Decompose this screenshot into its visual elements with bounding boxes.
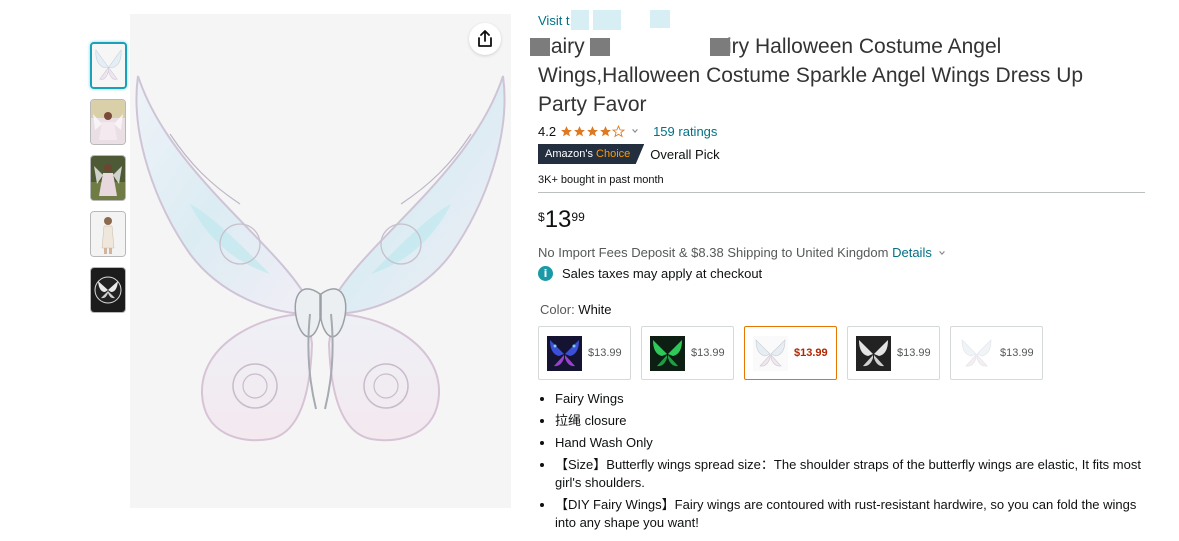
star-icon	[600, 125, 611, 136]
shipping-text: No Import Fees Deposit & $8.38 Shipping …	[538, 245, 893, 260]
ratings-count-link[interactable]: 159 ratings	[653, 124, 717, 139]
swatch-price: $13.99	[794, 347, 828, 359]
star-icon	[612, 124, 626, 137]
feature-bullet: 【DIY Fairy Wings】Fairy wings are contour…	[555, 496, 1150, 532]
swatch-image	[753, 335, 788, 371]
swatch-black[interactable]: $13.99	[847, 326, 940, 380]
rating-row: 4.2 159 ratings	[538, 121, 1148, 141]
thumbnail-2[interactable]	[90, 99, 126, 145]
star-icon	[587, 125, 598, 136]
thumbnail-1[interactable]	[90, 42, 127, 89]
swatch-image	[547, 335, 582, 371]
star-icon	[574, 125, 585, 136]
swatch-white-faded[interactable]: $13.99	[950, 326, 1043, 380]
star-icon	[561, 125, 572, 136]
tax-text: Sales taxes may apply at checkout	[562, 266, 763, 281]
redaction-block	[710, 38, 730, 56]
swatch-price: $13.99	[1000, 347, 1034, 359]
chevron-down-icon[interactable]	[631, 127, 639, 135]
product-title: Fairy W ty Fairy Halloween Costume Angel…	[530, 32, 1138, 119]
color-label-prefix: Color:	[540, 302, 579, 317]
price-whole: 13	[544, 206, 572, 233]
share-button[interactable]	[469, 23, 501, 55]
shipping-info: No Import Fees Deposit & $8.38 Shipping …	[538, 245, 1148, 260]
main-product-image[interactable]	[130, 14, 511, 508]
thumbnail-5[interactable]	[90, 267, 126, 313]
rating-value: 4.2	[538, 123, 557, 139]
feature-bullet: Hand Wash Only	[555, 434, 1150, 452]
chevron-down-icon[interactable]	[938, 249, 946, 257]
amazons-choice-row: Amazon's Choice Overall Pick	[538, 144, 1148, 164]
share-icon	[478, 30, 492, 47]
tax-notice: i Sales taxes may apply at checkout	[538, 266, 1148, 281]
thumbnail-3[interactable]	[90, 155, 126, 201]
shipping-details-link[interactable]: Details	[892, 245, 932, 260]
store-link-text[interactable]: Visit t	[538, 13, 570, 28]
amazons-choice-badge[interactable]: Amazon's Choice	[538, 144, 645, 164]
overall-pick-label: Overall Pick	[650, 146, 720, 162]
redaction-block	[571, 10, 589, 30]
title-line-2: Wings,Halloween Costume Sparkle Angel Wi…	[538, 64, 1084, 87]
feature-bullet: 【Size】Butterfly wings spread size：The sh…	[555, 456, 1150, 492]
color-value: White	[578, 302, 612, 317]
badge-choice: Choice	[596, 148, 631, 160]
swatch-price: $13.99	[691, 347, 725, 359]
price: $ 13 99	[538, 206, 1148, 234]
redaction-block	[590, 38, 610, 56]
info-icon: i	[538, 266, 553, 281]
price-symbol: $	[538, 210, 545, 224]
divider	[538, 192, 1145, 193]
swatch-image	[650, 335, 685, 371]
store-link[interactable]: Visit t	[538, 10, 1148, 30]
fairy-wings-image	[130, 14, 511, 508]
redaction-block	[610, 36, 710, 60]
swatch-white[interactable]: $13.99	[744, 326, 837, 380]
thumbnail-4[interactable]	[90, 211, 126, 257]
redaction-block	[593, 10, 621, 30]
swatch-image	[959, 335, 994, 371]
feature-bullet: Fairy Wings	[555, 390, 1150, 408]
swatch-price: $13.99	[588, 347, 622, 359]
thumbnail-strip	[90, 42, 128, 323]
swatch-image	[856, 335, 891, 371]
bought-in-past-month: 3K+ bought in past month	[538, 174, 664, 186]
star-rating[interactable]	[560, 124, 626, 138]
redaction-block	[530, 38, 550, 56]
feature-bullet: 拉绳 closure	[555, 412, 1150, 430]
title-line-3: Party Favor	[538, 93, 647, 116]
feature-bullets: Fairy Wings 拉绳 closure Hand Wash Only 【S…	[538, 390, 1150, 532]
swatch-price: $13.99	[897, 347, 931, 359]
product-info: Visit t Fairy W ty Fairy Halloween Costu…	[530, 10, 1150, 536]
color-swatches: $13.99 $13.99 $13.99 $13.99 $13.99	[538, 326, 1148, 380]
redaction-block	[650, 10, 670, 28]
price-fraction: 99	[571, 210, 585, 224]
badge-prefix: Amazon's	[545, 148, 597, 160]
swatch-blue-lights[interactable]: $13.99	[538, 326, 631, 380]
color-label: Color: White	[540, 302, 1148, 317]
swatch-green-lights[interactable]: $13.99	[641, 326, 734, 380]
